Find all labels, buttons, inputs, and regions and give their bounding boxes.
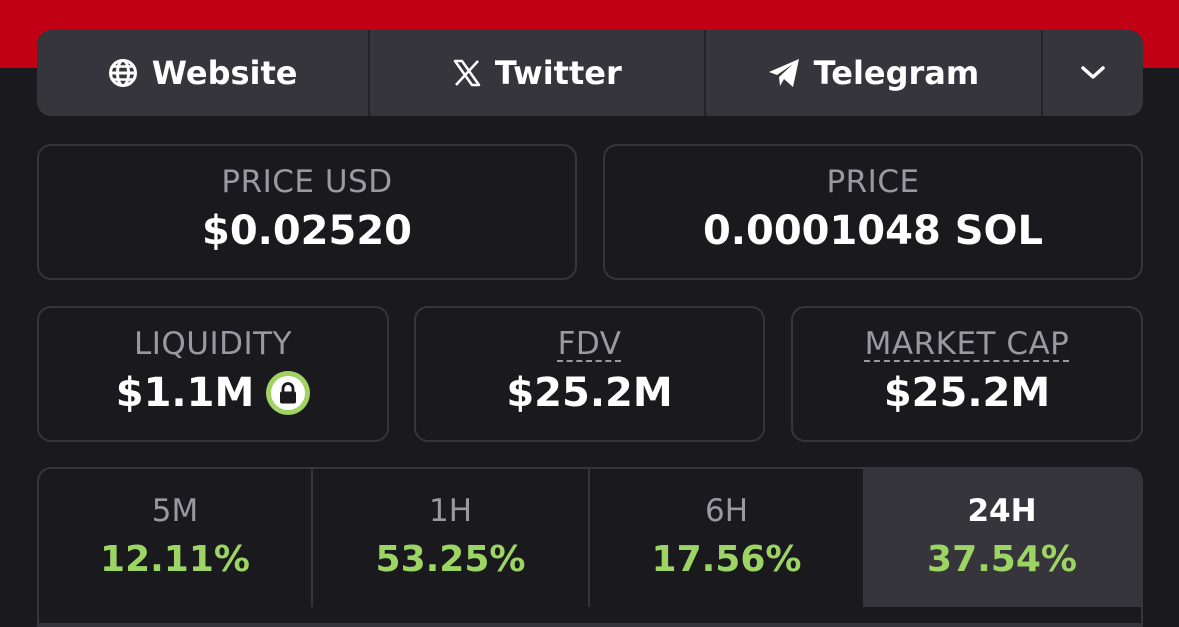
x-logo-icon [453, 59, 481, 87]
fdv-card: FDV $25.2M [414, 306, 765, 442]
tabs-divider [39, 623, 1141, 625]
fdv-label[interactable]: FDV [558, 326, 622, 362]
website-label: Website [151, 54, 298, 92]
twitter-button[interactable]: Twitter [370, 30, 707, 116]
price-usd-card: PRICE USD $0.02520 [37, 144, 577, 280]
website-button[interactable]: Website [37, 30, 371, 116]
price-usd-value: $0.02520 [201, 208, 413, 254]
tab-5m-change: 12.11% [100, 539, 250, 580]
lock-icon[interactable] [266, 371, 311, 415]
liquidity-label: LIQUIDITY [133, 326, 293, 362]
tab-24h[interactable]: 24H 37.54% [865, 469, 1141, 607]
liquidity-card: LIQUIDITY $1.1M [37, 306, 389, 442]
more-links-button[interactable] [1043, 30, 1143, 116]
globe-icon [108, 58, 138, 88]
tab-1h-label: 1H [428, 493, 473, 529]
telegram-icon [768, 58, 800, 88]
market-cap-value: $25.2M [883, 370, 1051, 416]
telegram-button[interactable]: Telegram [706, 30, 1043, 116]
tab-1h[interactable]: 1H 53.25% [313, 469, 590, 607]
tab-6h-change: 17.56% [651, 539, 802, 580]
market-cap-label[interactable]: MARKET CAP [865, 326, 1070, 362]
price-usd-label: PRICE USD [221, 164, 393, 200]
tab-6h-label: 6H [704, 493, 749, 529]
price-native-card: PRICE 0.0001048 SOL [603, 144, 1143, 280]
tab-5m[interactable]: 5M 12.11% [39, 469, 313, 607]
telegram-label: Telegram [813, 54, 980, 92]
market-cap-card: MARKET CAP $25.2M [791, 306, 1143, 442]
timeframe-tabs: 5M 12.11% 1H 53.25% 6H 17.56% 24H 37.54% [37, 467, 1143, 627]
tab-6h[interactable]: 6H 17.56% [590, 469, 865, 607]
price-native-label: PRICE [826, 164, 920, 200]
tab-24h-change: 37.54% [927, 539, 1077, 580]
social-links-bar: Website Twitter Telegram [37, 30, 1143, 116]
twitter-label: Twitter [494, 54, 622, 92]
liquidity-value: $1.1M [115, 370, 255, 416]
tab-5m-label: 5M [151, 493, 199, 529]
price-native-value: 0.0001048 SOL [702, 208, 1044, 254]
tab-24h-label: 24H [967, 493, 1037, 529]
tab-1h-change: 53.25% [375, 539, 526, 580]
chevron-down-icon [1080, 65, 1106, 81]
fdv-value: $25.2M [506, 370, 673, 416]
